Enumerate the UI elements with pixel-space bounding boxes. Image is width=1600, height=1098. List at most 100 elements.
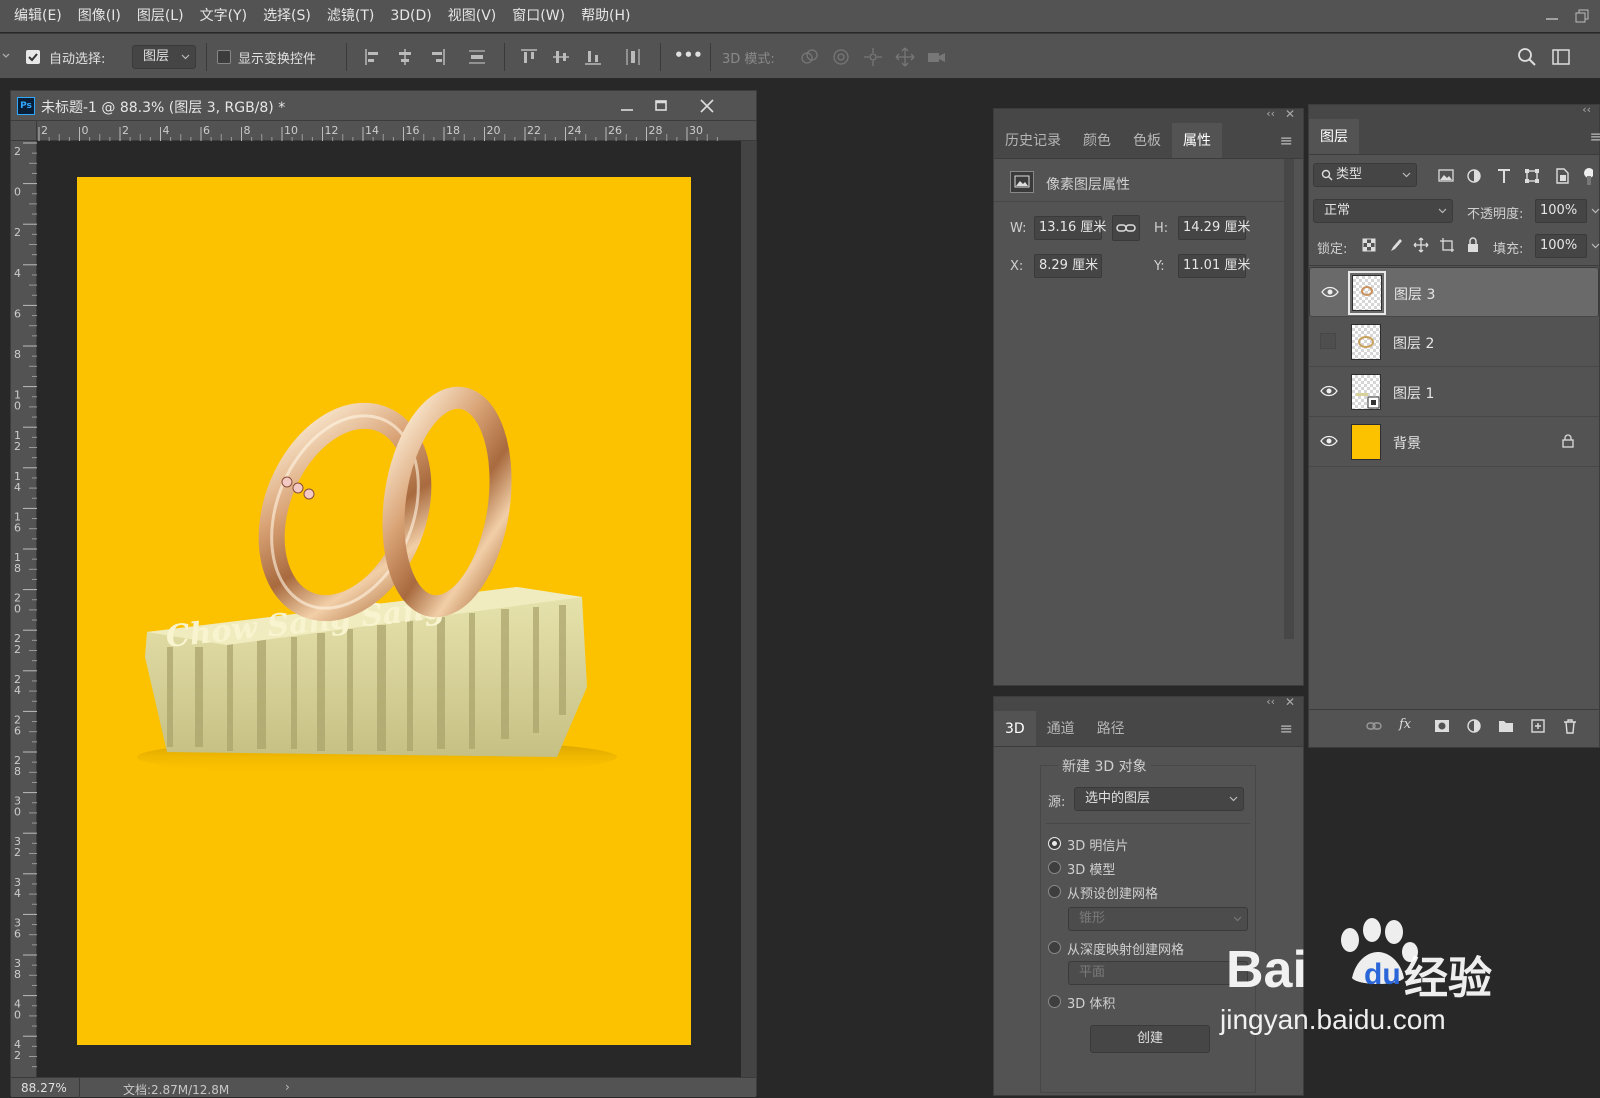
panel-menu-icon[interactable]: ≡ (1280, 131, 1293, 150)
restore-app-icon[interactable] (1572, 6, 1592, 26)
search-icon[interactable] (1516, 46, 1538, 68)
collapse-panel-icon[interactable]: ‹‹ (1266, 107, 1275, 120)
x-field[interactable]: 8.29 厘米 (1034, 254, 1102, 278)
opacity-field[interactable]: 100% (1535, 199, 1587, 223)
document-info[interactable]: 文档:2.87M/12.8M (123, 1081, 229, 1098)
source-dropdown[interactable]: 选中的图层 (1074, 787, 1244, 811)
align-left-icon[interactable] (362, 46, 384, 68)
link-dimensions-icon[interactable] (1112, 215, 1140, 241)
tab-layers[interactable]: 图层 (1309, 119, 1359, 154)
distribute-vertical-icon[interactable] (622, 46, 644, 68)
align-bottom-icon[interactable] (582, 46, 604, 68)
minimize-app-icon[interactable] (1542, 6, 1562, 26)
new-layer-icon[interactable] (1529, 717, 1547, 735)
chevron-right-icon[interactable]: › (285, 1080, 290, 1094)
zoom-level[interactable]: 88.27% (21, 1081, 67, 1095)
ruler-origin[interactable] (11, 121, 37, 141)
tab-history[interactable]: 历史记录 (994, 123, 1072, 158)
filter-adjustment-icon[interactable] (1465, 167, 1483, 185)
menu-view[interactable]: 视图(V) (440, 0, 505, 32)
menu-select[interactable]: 选择(S) (255, 0, 319, 32)
height-field[interactable]: 14.29 厘米 (1178, 216, 1250, 240)
3d-pan-icon[interactable] (862, 46, 884, 68)
width-field[interactable]: 13.16 厘米 (1034, 216, 1106, 240)
create-button[interactable]: 创建 (1090, 1025, 1210, 1053)
depth-map-dropdown[interactable]: 平面 (1068, 961, 1248, 985)
menu-type[interactable]: 文字(Y) (192, 0, 255, 32)
layer-row-layer-3[interactable]: 图层 3 (1309, 267, 1599, 317)
chevron-down-icon[interactable] (1591, 235, 1600, 257)
3d-scale-camera-icon[interactable] (926, 46, 948, 68)
layer-filter-dropdown[interactable]: 类型 (1313, 163, 1417, 187)
tab-channels[interactable]: 通道 (1036, 711, 1086, 746)
3d-slide-icon[interactable] (894, 46, 916, 68)
layer-style-fx-icon[interactable]: fx (1399, 717, 1411, 732)
align-horizontal-center-icon[interactable] (394, 46, 416, 68)
new-adjustment-layer-icon[interactable] (1465, 717, 1483, 735)
filter-smart-object-icon[interactable] (1553, 167, 1571, 185)
align-vertical-center-icon[interactable] (550, 46, 572, 68)
radio-mesh-from-preset[interactable] (1048, 885, 1061, 898)
tab-color[interactable]: 颜色 (1072, 123, 1122, 158)
radio-3d-volume[interactable] (1048, 995, 1061, 1008)
y-field[interactable]: 11.01 厘米 (1178, 254, 1250, 278)
collapse-panel-icon[interactable]: ‹‹ (1266, 695, 1275, 708)
align-right-icon[interactable] (426, 46, 448, 68)
lock-transparent-pixels-icon[interactable] (1361, 237, 1377, 253)
minimize-doc-icon[interactable] (617, 96, 637, 116)
vertical-scrollbar[interactable] (741, 141, 756, 1077)
close-doc-icon[interactable] (697, 96, 717, 116)
visibility-eye-icon[interactable] (1320, 434, 1338, 448)
layer-row-layer-1[interactable]: 图层 1 (1309, 367, 1599, 417)
auto-select-checkbox[interactable] (26, 50, 40, 64)
menu-window[interactable]: 窗口(W) (504, 0, 573, 32)
menu-3d[interactable]: 3D(D) (382, 0, 439, 32)
canvas-area[interactable]: Chow Sang Sang (37, 141, 741, 1077)
filter-pixel-icon[interactable] (1437, 167, 1455, 185)
filter-toggle-icon[interactable] (1581, 165, 1593, 187)
add-mask-icon[interactable] (1433, 717, 1451, 735)
canvas-artwork[interactable]: Chow Sang Sang (77, 177, 691, 1045)
close-panel-icon[interactable]: ✕ (1285, 695, 1295, 709)
collapse-panel-icon[interactable]: ‹‹ (1582, 103, 1591, 116)
tab-swatches[interactable]: 色板 (1122, 123, 1172, 158)
distribute-horizontal-icon[interactable] (466, 46, 488, 68)
layer-row-background[interactable]: 背景 (1309, 417, 1599, 467)
menu-filter[interactable]: 滤镜(T) (319, 0, 382, 32)
align-top-icon[interactable] (518, 46, 540, 68)
link-layers-icon[interactable] (1365, 717, 1383, 735)
tab-3d[interactable]: 3D (994, 711, 1036, 746)
more-options-button[interactable]: ••• (674, 46, 703, 64)
menu-edit[interactable]: 编辑(E) (0, 0, 70, 32)
vertical-scrollbar[interactable] (1284, 159, 1294, 639)
3d-orbit-icon[interactable] (798, 46, 820, 68)
filter-type-icon[interactable] (1495, 167, 1513, 185)
panel-menu-icon[interactable]: ≡ (1590, 127, 1600, 146)
visibility-toggle-off[interactable] (1320, 333, 1336, 349)
show-transform-checkbox[interactable] (217, 50, 231, 64)
radio-3d-model[interactable] (1048, 861, 1061, 874)
preset-mesh-dropdown[interactable]: 锥形 (1068, 907, 1248, 931)
lock-icon[interactable] (1561, 434, 1575, 448)
visibility-eye-icon[interactable] (1320, 384, 1338, 398)
visibility-eye-icon[interactable] (1321, 285, 1339, 299)
blend-mode-dropdown[interactable]: 正常 (1313, 199, 1453, 223)
panel-menu-icon[interactable]: ≡ (1280, 719, 1293, 738)
menu-help[interactable]: 帮助(H) (573, 0, 638, 32)
tool-preset-chevron-icon[interactable] (2, 49, 10, 63)
maximize-doc-icon[interactable] (651, 96, 671, 116)
chevron-down-icon[interactable] (1591, 200, 1600, 222)
filter-shape-icon[interactable] (1523, 167, 1541, 185)
lock-position-icon[interactable] (1413, 237, 1429, 253)
3d-roll-icon[interactable] (830, 46, 852, 68)
auto-select-target-dropdown[interactable]: 图层 (132, 45, 196, 69)
menu-layer[interactable]: 图层(L) (129, 0, 192, 32)
delete-layer-icon[interactable] (1561, 717, 1579, 735)
new-group-folder-icon[interactable] (1497, 717, 1515, 735)
layer-row-layer-2[interactable]: 图层 2 (1309, 317, 1599, 367)
fill-field[interactable]: 100% (1535, 234, 1587, 258)
lock-all-icon[interactable] (1465, 237, 1481, 253)
close-panel-icon[interactable]: ✕ (1285, 107, 1295, 121)
radio-mesh-from-depth[interactable] (1048, 941, 1061, 954)
lock-image-pixels-icon[interactable] (1387, 237, 1403, 253)
